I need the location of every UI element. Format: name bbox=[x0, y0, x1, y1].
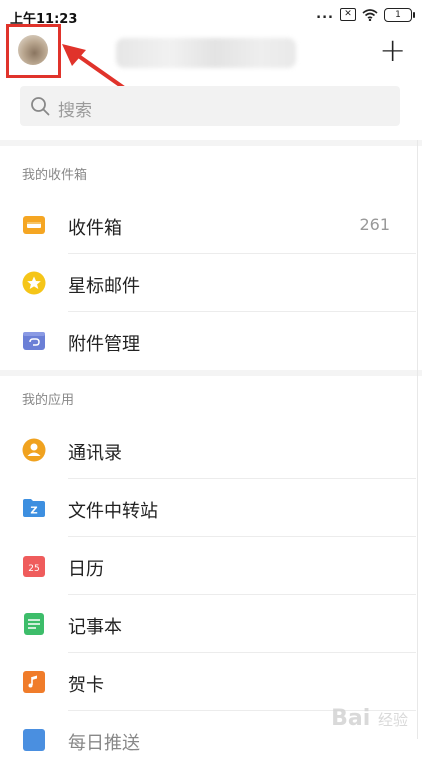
section-title-apps: 我的应用 bbox=[22, 393, 75, 408]
row-separator bbox=[68, 536, 416, 537]
section-title-mailbox: 我的收件箱 bbox=[22, 168, 88, 183]
search-placeholder: 搜索 bbox=[58, 101, 92, 121]
list-item-greeting-card[interactable]: 贺卡 bbox=[0, 655, 422, 711]
list-item-label: 收件箱 bbox=[68, 218, 122, 239]
status-icons: ... ✕ 1 bbox=[316, 7, 415, 22]
list-item-inbox[interactable]: 收件箱 261 bbox=[0, 198, 422, 254]
svg-text:Z: Z bbox=[30, 506, 37, 517]
status-bar: 上午11:23 ... ✕ 1 bbox=[0, 0, 422, 30]
watermark: Bai 经验 bbox=[331, 706, 408, 731]
section-divider bbox=[0, 140, 422, 146]
avatar[interactable] bbox=[18, 35, 48, 65]
row-separator bbox=[68, 253, 416, 254]
avatar-highlight[interactable] bbox=[6, 24, 61, 78]
row-separator bbox=[68, 652, 416, 653]
list-item-label: 日历 bbox=[68, 559, 104, 580]
sim-icon: ✕ bbox=[340, 8, 356, 21]
account-name-blurred bbox=[116, 38, 296, 68]
wifi-icon bbox=[362, 8, 378, 21]
list-item-notepad[interactable]: 记事本 bbox=[0, 597, 422, 653]
svg-text:25: 25 bbox=[28, 564, 39, 574]
card-icon bbox=[23, 671, 45, 693]
list-item-attachments[interactable]: 附件管理 bbox=[0, 314, 422, 370]
list-item-label: 附件管理 bbox=[68, 334, 140, 355]
scroll-edge bbox=[417, 140, 418, 739]
search-icon bbox=[31, 97, 50, 116]
battery-icon: 1 bbox=[384, 7, 415, 22]
list-item-label: 星标邮件 bbox=[68, 276, 140, 297]
notepad-icon bbox=[24, 613, 44, 635]
row-separator bbox=[68, 478, 416, 479]
section-divider bbox=[0, 370, 422, 376]
list-item-label: 记事本 bbox=[68, 617, 122, 638]
attachment-icon bbox=[23, 332, 45, 350]
list-item-label: 文件中转站 bbox=[68, 501, 158, 522]
push-icon bbox=[23, 729, 45, 751]
row-separator bbox=[68, 311, 416, 312]
list-item-label: 通讯录 bbox=[68, 443, 122, 464]
list-item-starred[interactable]: 星标邮件 bbox=[0, 256, 422, 312]
star-icon bbox=[22, 271, 46, 295]
watermark-sub: 经验 bbox=[377, 711, 408, 729]
add-button[interactable]: + bbox=[379, 34, 406, 66]
inbox-icon bbox=[23, 216, 45, 234]
folder-icon: Z bbox=[23, 499, 45, 517]
more-dots-icon: ... bbox=[316, 7, 334, 22]
list-item-calendar[interactable]: 25 日历 bbox=[0, 539, 422, 595]
list-item-file-transfer[interactable]: Z 文件中转站 bbox=[0, 481, 422, 537]
row-separator bbox=[68, 594, 416, 595]
search-bar[interactable]: 搜索 bbox=[20, 86, 400, 126]
watermark-main: Bai bbox=[331, 706, 371, 731]
list-item-label: 每日推送 bbox=[68, 733, 140, 754]
contacts-icon bbox=[22, 438, 46, 462]
list-item-label: 贺卡 bbox=[68, 675, 104, 696]
calendar-icon: 25 bbox=[23, 556, 45, 577]
list-item-contacts[interactable]: 通讯录 bbox=[0, 423, 422, 479]
unread-count: 261 bbox=[359, 215, 390, 234]
